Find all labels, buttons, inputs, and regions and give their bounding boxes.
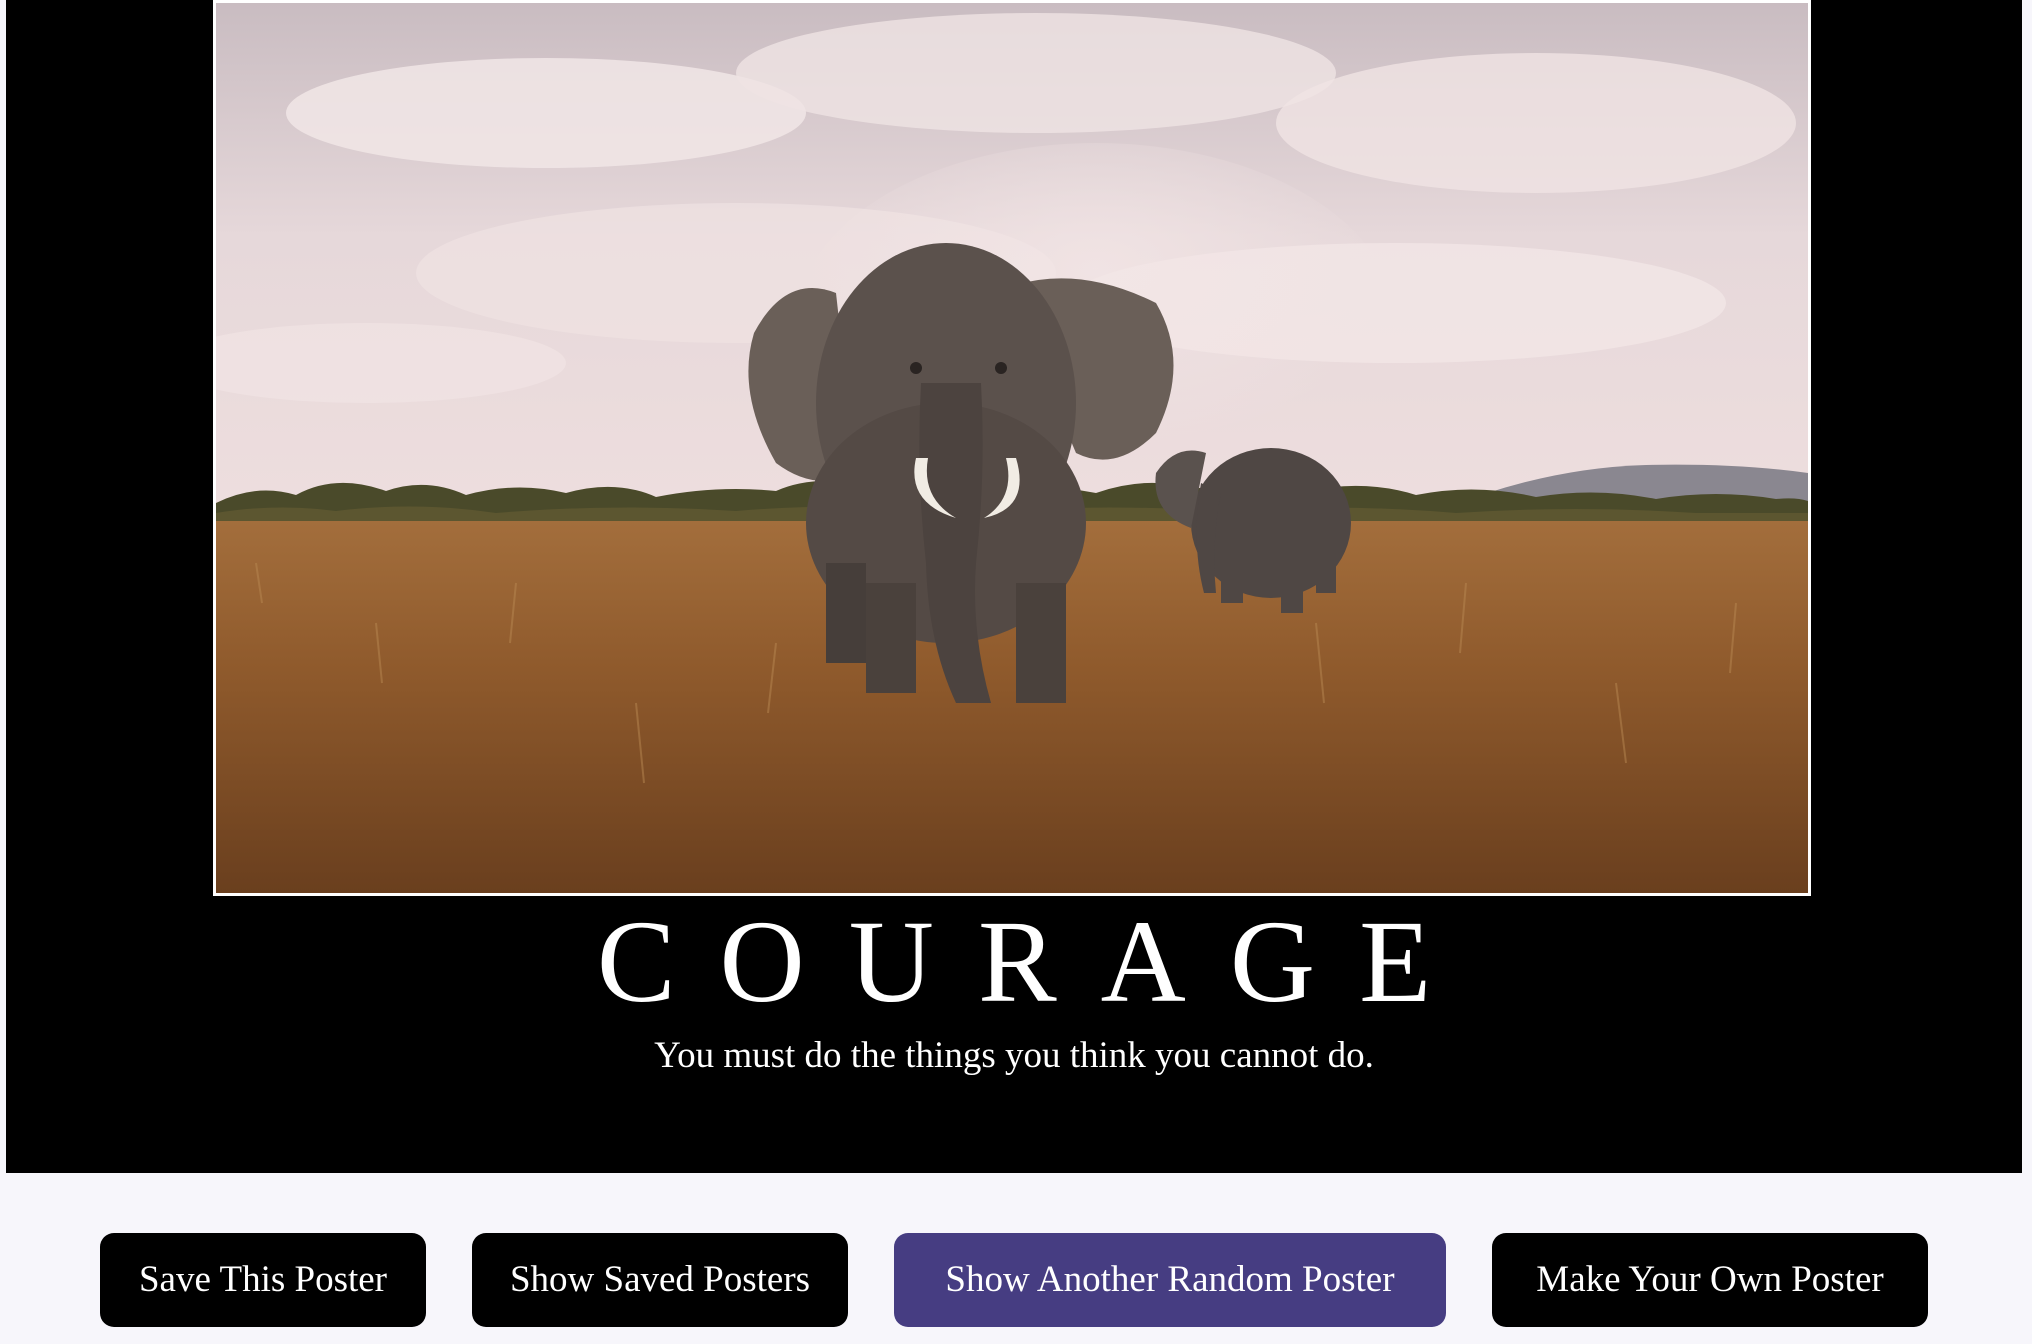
poster-title: COURAGE [596,896,1476,1027]
poster-quote: You must do the things you think you can… [654,1035,1374,1076]
save-poster-button[interactable]: Save This Poster [100,1233,426,1327]
elephant-photo [216,3,1808,893]
make-own-poster-button[interactable]: Make Your Own Poster [1492,1233,1928,1327]
poster: COURAGE You must do the things you think… [6,0,2022,1173]
show-saved-posters-button[interactable]: Show Saved Posters [472,1233,848,1327]
button-bar: Save This Poster Show Saved Posters Show… [0,1233,2032,1327]
show-random-poster-button[interactable]: Show Another Random Poster [894,1233,1446,1327]
poster-image [213,0,1811,896]
